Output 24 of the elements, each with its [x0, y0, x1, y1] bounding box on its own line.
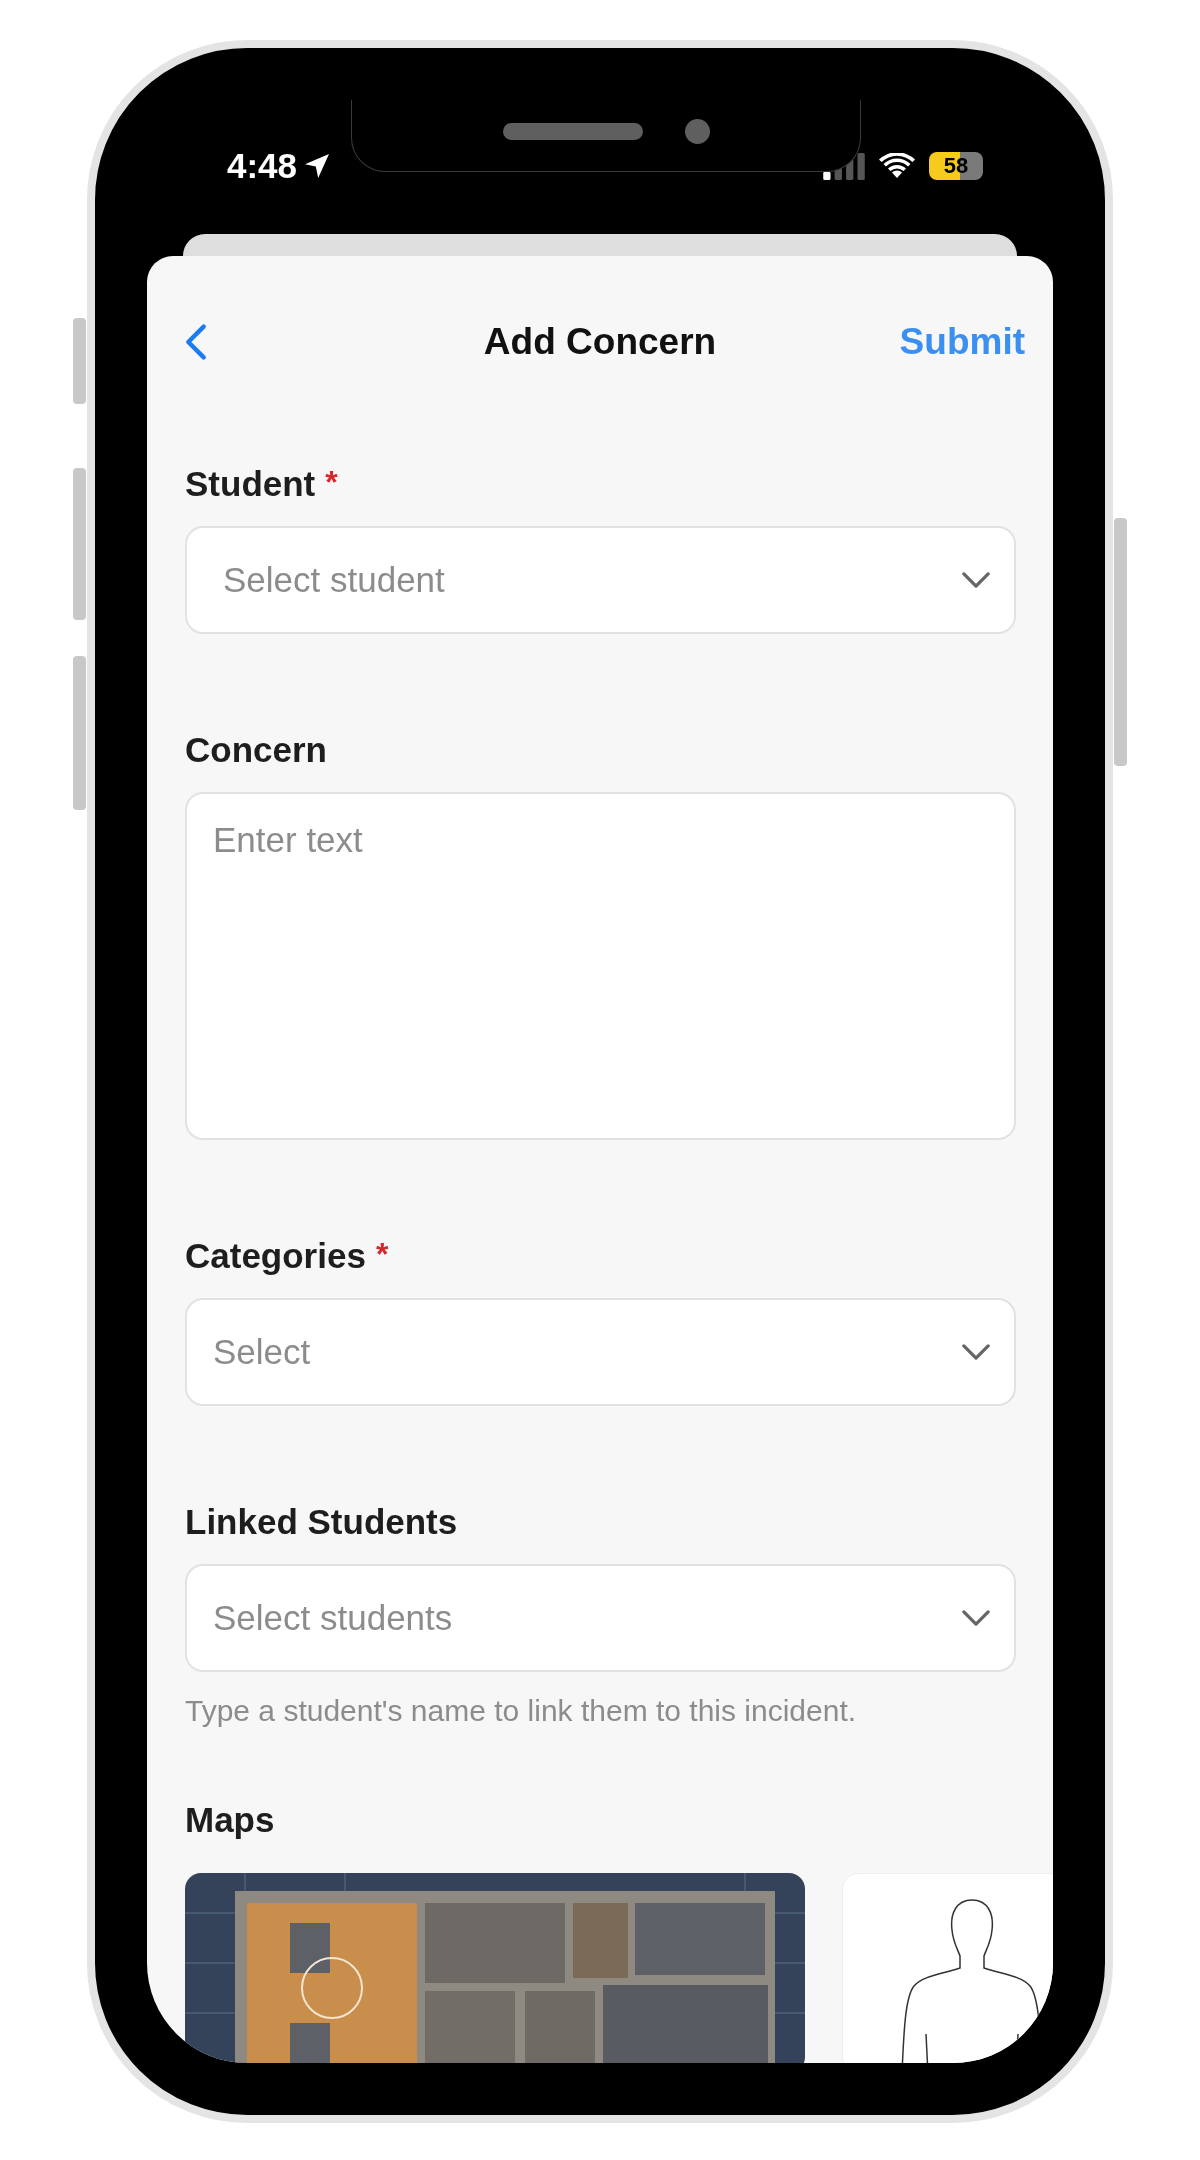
select-field[interactable]: Select student [185, 526, 1016, 634]
field-label: Categories [185, 1236, 366, 1276]
section-label: Maps [185, 1800, 275, 1840]
field-label: Concern [185, 730, 327, 770]
submit-button[interactable]: Submit [899, 321, 1025, 363]
battery-percent: 58 [943, 153, 969, 179]
screen-title: Add Concern [483, 321, 717, 363]
select-field[interactable]: Select students [185, 1564, 1016, 1672]
signal-icon [823, 152, 865, 180]
chevron-down-icon [962, 1344, 990, 1361]
front-camera [684, 119, 710, 144]
field-label: Student [185, 464, 316, 504]
back-icon[interactable] [185, 322, 207, 362]
chevron-down-icon [962, 572, 990, 589]
wifi-icon [879, 153, 915, 179]
field-label: Linked Students [185, 1502, 458, 1542]
select-field[interactable]: Select [185, 1298, 1016, 1406]
location-arrow-icon [305, 154, 330, 178]
helper-text: Type a student's name to link them to this incident. [185, 1694, 858, 1728]
required-asterisk: * [375, 1236, 389, 1273]
status-time: 4:48 [227, 146, 298, 186]
text-area[interactable]: Enter text [185, 792, 1016, 1140]
required-asterisk: * [325, 464, 338, 501]
chevron-down-icon [962, 1610, 990, 1627]
